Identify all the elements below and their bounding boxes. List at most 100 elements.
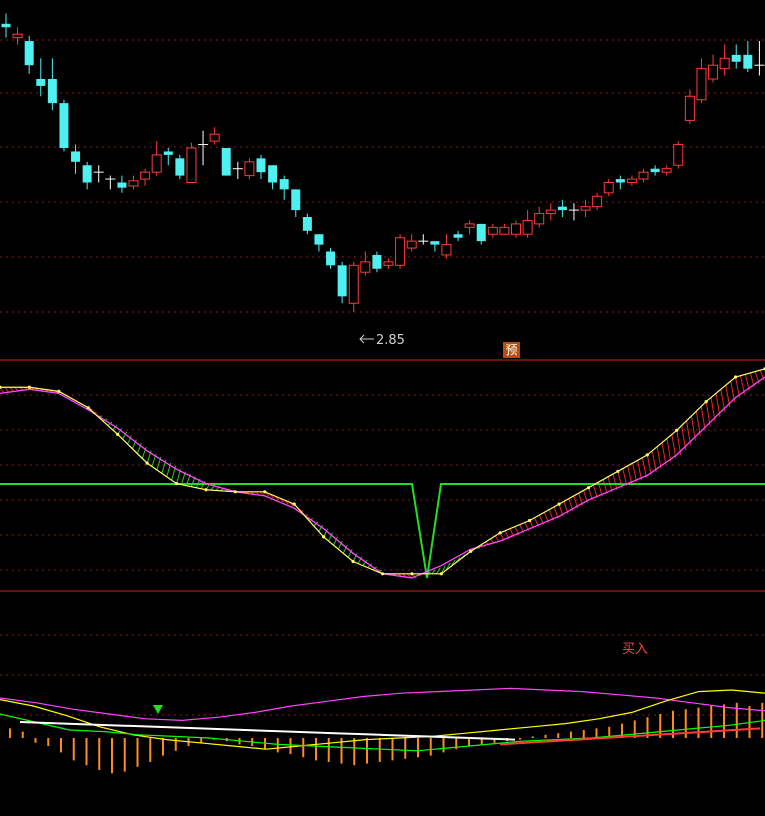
macd-line-red (499, 727, 761, 746)
candle-body (499, 226, 510, 235)
series-dot (469, 549, 473, 553)
hatch-line (627, 465, 633, 484)
stock-chart-canvas: 2.85 预 买入 (0, 0, 765, 816)
hatch-line (656, 446, 662, 469)
chart-svg (0, 13, 765, 774)
candle-body (12, 33, 23, 39)
hatch-line (612, 473, 618, 490)
candle-body (117, 182, 127, 188)
candle-body (441, 244, 452, 256)
signal-marker (153, 705, 163, 714)
candle-body (140, 171, 151, 180)
candle-body (708, 64, 719, 80)
series-dot (263, 490, 267, 494)
candle-body (511, 223, 521, 235)
hatch-line (632, 462, 638, 482)
candle-body (684, 95, 695, 121)
candle-body (395, 237, 406, 266)
candle-body (383, 261, 394, 266)
hatch-line (666, 438, 672, 462)
candle-body (638, 171, 649, 180)
candle-body (557, 206, 567, 211)
candle-body (314, 234, 324, 245)
candle-body (71, 151, 81, 162)
candle-body (326, 251, 336, 266)
hatch-line (661, 442, 667, 466)
candle-body (128, 180, 139, 187)
series-dot (351, 559, 355, 564)
series-dot (675, 428, 679, 432)
series-dot (586, 486, 591, 490)
candle-body (360, 261, 371, 273)
candle-body (545, 209, 556, 215)
candle-body (163, 151, 173, 155)
forecast-badge: 预 (503, 342, 520, 358)
candle-body (47, 79, 57, 104)
candle-body (291, 189, 301, 211)
candle-body (696, 68, 707, 101)
candle-body (453, 234, 463, 238)
hatch-line (617, 471, 623, 488)
candle-body (430, 241, 440, 245)
series-dot (410, 572, 414, 576)
candle-body (1, 23, 11, 28)
series-line-magenta (0, 376, 765, 579)
candle-body (603, 182, 614, 194)
candle-body (209, 133, 220, 142)
series-dot (380, 572, 385, 576)
series-dot (498, 531, 502, 535)
series-dot (27, 385, 32, 389)
candle-body (592, 195, 603, 208)
candle-body (580, 206, 591, 211)
series-dot (439, 572, 443, 576)
macd-line-magenta (0, 687, 765, 722)
candle-body (151, 154, 162, 173)
series-dot (645, 453, 649, 457)
candle-body (337, 265, 347, 297)
series-dot (733, 375, 738, 379)
series-dot (86, 406, 90, 410)
hatch-line (637, 460, 642, 480)
candle-body (464, 223, 475, 228)
series-dot (292, 502, 296, 506)
low-price-label: 2.85 (376, 333, 405, 348)
series-dot (704, 400, 708, 404)
candle-body (348, 264, 359, 304)
series-dot (204, 488, 208, 492)
candle-body (522, 219, 533, 235)
candle-body (186, 147, 197, 183)
series-dot (145, 461, 149, 465)
candle-body (82, 165, 92, 183)
candle-body (719, 57, 730, 70)
candle-body (487, 226, 498, 235)
series-dot (174, 482, 179, 486)
candle-body (615, 179, 625, 183)
candle-body (24, 41, 34, 66)
macd-line-yellow (0, 689, 765, 750)
candle-body (476, 223, 486, 242)
series-dot (557, 502, 561, 506)
signal-line (0, 483, 765, 579)
candle-body (626, 178, 637, 184)
candle-body (256, 158, 266, 173)
candle-body (302, 217, 312, 231)
hatch-line (602, 479, 608, 494)
series-dot (233, 490, 237, 494)
macd-line-green (0, 713, 765, 752)
candle-body (743, 54, 753, 69)
hatch-line (641, 457, 647, 478)
candle-body (175, 158, 185, 176)
candle-body (534, 213, 545, 225)
candle-body (279, 179, 289, 190)
series-dot (116, 432, 120, 436)
series-dot (322, 535, 326, 539)
hatch-line (436, 567, 441, 575)
candle-body (221, 148, 231, 176)
candle-body (673, 144, 684, 166)
candle-body (372, 254, 382, 269)
candle-body (650, 168, 660, 173)
candle-body (731, 54, 741, 62)
series-dot (0, 385, 2, 389)
candle-body (268, 165, 278, 183)
series-dot (57, 389, 61, 393)
